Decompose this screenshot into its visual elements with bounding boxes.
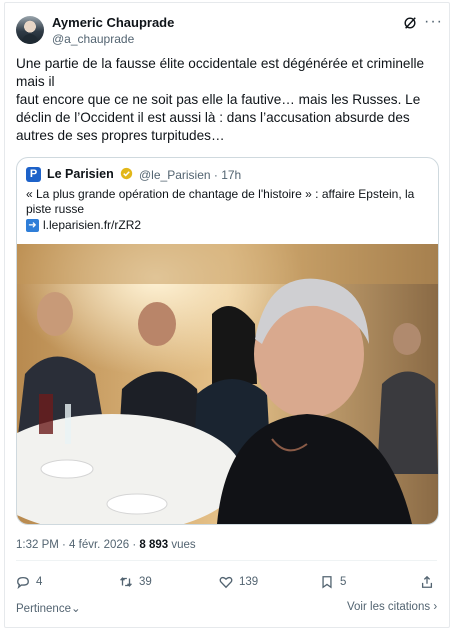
tweet-meta: 1:32 PM · 4 févr. 2026 · 8 893 vues: [16, 539, 196, 551]
see-quotes-label: Voir les citations: [347, 601, 431, 613]
share-button[interactable]: [420, 575, 434, 589]
grok-icon[interactable]: [403, 16, 417, 30]
le-parisien-logo: P: [26, 167, 41, 182]
relevance-label: Pertinence: [16, 603, 71, 615]
avatar[interactable]: [16, 16, 44, 44]
reply-button[interactable]: 4: [16, 575, 42, 589]
chevron-right-icon: ›: [433, 601, 438, 613]
verified-badge-icon: [120, 167, 133, 180]
bookmark-icon: [322, 576, 332, 589]
share-icon: [421, 575, 433, 588]
quote-text: « La plus grande opération de chantage d…: [26, 187, 415, 216]
chevron-down-icon: ⌄: [70, 603, 81, 615]
quote-link[interactable]: ➜ l.leparisien.fr/rZR2: [26, 218, 141, 232]
like-count: 139: [239, 576, 259, 588]
author-handle[interactable]: @a_chauprade: [52, 32, 134, 46]
like-button[interactable]: 139: [219, 575, 258, 589]
views-label: vues: [168, 539, 196, 551]
bookmark-count: 5: [340, 576, 347, 588]
see-quotes-link[interactable]: Voir les citations ›: [347, 601, 437, 613]
repost-count: 39: [139, 576, 152, 588]
repost-icon: [120, 577, 132, 587]
view-count: 8 893: [139, 539, 169, 551]
action-bar: 4 39 139 5: [16, 575, 440, 595]
bookmark-button[interactable]: 5: [320, 575, 346, 589]
quote-link-text[interactable]: l.leparisien.fr/rZR2: [43, 218, 141, 232]
reply-count: 4: [36, 576, 43, 588]
quote-author-name[interactable]: Le Parisien: [47, 167, 114, 181]
relevance-sort-dropdown[interactable]: Pertinence⌄: [16, 601, 81, 615]
timestamp[interactable]: 1:32 PM · 4 févr. 2026 ·: [16, 539, 139, 551]
quoted-tweet[interactable]: P Le Parisien @le_Parisien · 17h « La pl…: [16, 157, 439, 525]
reply-icon: [17, 576, 29, 589]
heart-icon: [219, 576, 233, 589]
tweet-text: Une partie de la fausse élite occidental…: [16, 56, 425, 143]
author-name[interactable]: Aymeric Chauprade: [52, 15, 174, 30]
repost-button[interactable]: 39: [119, 575, 152, 589]
divider: [16, 560, 437, 561]
more-icon[interactable]: ···: [424, 13, 443, 31]
arrow-right-icon: ➜: [26, 218, 39, 232]
quote-handle-time: @le_Parisien · 17h: [139, 168, 242, 182]
news-photo[interactable]: [17, 244, 438, 524]
